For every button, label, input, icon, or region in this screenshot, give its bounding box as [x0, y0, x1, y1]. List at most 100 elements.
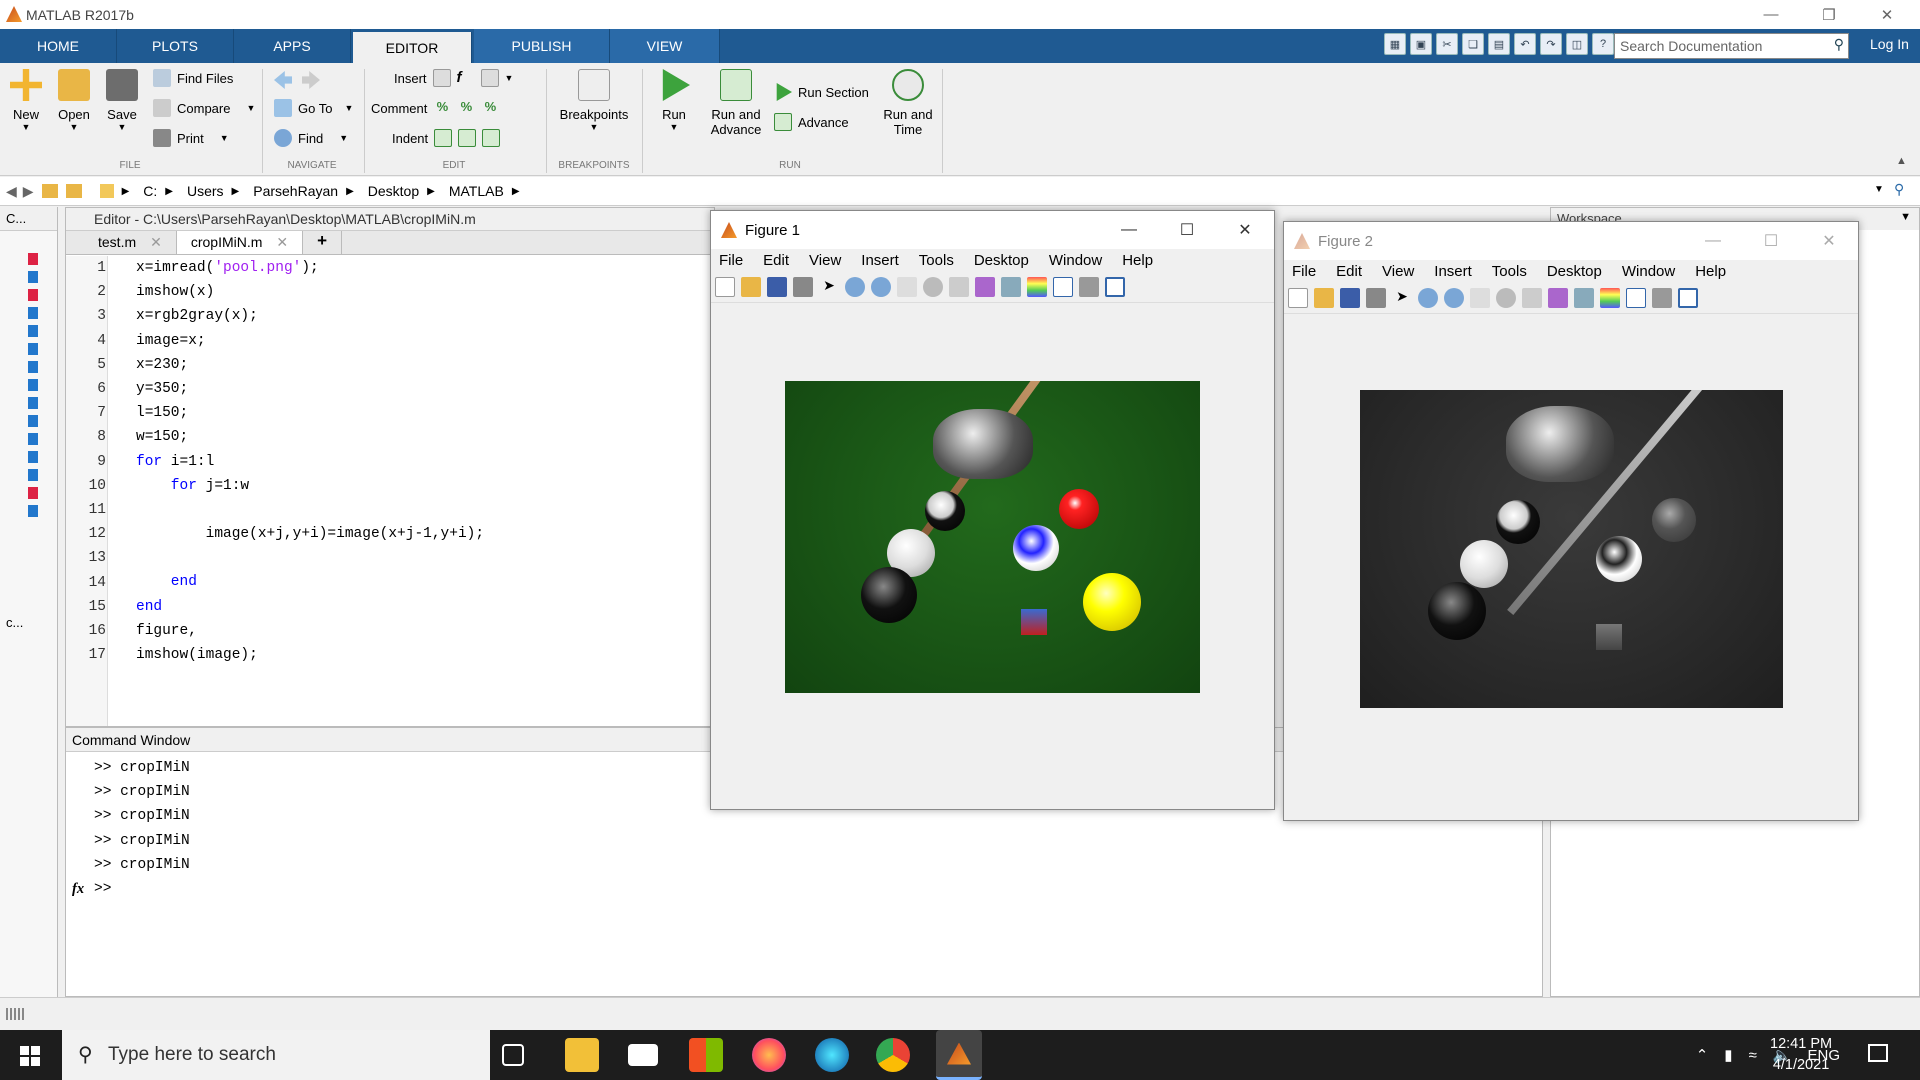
store-icon[interactable] — [689, 1038, 723, 1072]
path-segment[interactable]: MATLAB — [449, 183, 504, 199]
battery-icon[interactable]: ▮ — [1724, 1046, 1732, 1064]
close-tab-icon[interactable]: ✕ — [276, 234, 288, 250]
save-icon[interactable] — [767, 276, 787, 297]
switch-windows-icon[interactable]: ◫ — [1566, 33, 1588, 55]
search-folder-icon[interactable]: ⚲ — [1894, 181, 1904, 198]
menu-tools[interactable]: Tools — [919, 252, 954, 269]
command-prompt[interactable]: fx >> — [66, 877, 1542, 901]
menu-help[interactable]: Help — [1122, 252, 1153, 269]
figure-1-window[interactable]: Figure 1 — ☐ ✕ File Edit View Insert Too… — [710, 210, 1275, 810]
tab-plots[interactable]: PLOTS — [117, 29, 234, 63]
path-segment[interactable]: ParsehRayan — [253, 183, 338, 199]
menu-help[interactable]: Help — [1695, 263, 1726, 280]
new-button[interactable]: New ▼ — [8, 69, 44, 132]
close-button[interactable]: ✕ — [1858, 0, 1916, 29]
matlab-taskbar-icon[interactable] — [936, 1030, 982, 1080]
data-cursor-icon[interactable] — [949, 276, 969, 297]
search-documentation-input[interactable]: Search Documentation ⚲ — [1614, 33, 1849, 59]
menu-tools[interactable]: Tools — [1492, 263, 1527, 280]
pan-icon[interactable] — [897, 276, 917, 297]
tab-view[interactable]: VIEW — [610, 29, 720, 63]
close-button[interactable]: ✕ — [1800, 222, 1858, 260]
menu-window[interactable]: Window — [1049, 252, 1102, 269]
open-button[interactable]: Open ▼ — [56, 69, 92, 132]
help-icon[interactable]: ? — [1592, 33, 1614, 55]
menu-window[interactable]: Window — [1622, 263, 1675, 280]
undo-icon[interactable]: ↶ — [1514, 33, 1536, 55]
show-tools-icon[interactable] — [1678, 287, 1698, 308]
colorbar-icon[interactable] — [1027, 276, 1047, 297]
tab-cropimin-m[interactable]: cropIMiN.m ✕ — [176, 231, 304, 254]
path-segment[interactable]: C: — [143, 183, 157, 199]
find-files-button[interactable]: Find Files — [153, 69, 233, 87]
up-folder-icon[interactable] — [41, 184, 58, 198]
cut-icon[interactable]: ✂ — [1436, 33, 1458, 55]
chrome-icon[interactable] — [876, 1038, 910, 1072]
edge-icon[interactable] — [815, 1038, 849, 1072]
zoom-out-icon[interactable] — [871, 276, 891, 297]
firefox-icon[interactable] — [752, 1038, 786, 1072]
rotate-icon[interactable] — [1496, 287, 1516, 308]
brush-icon[interactable] — [975, 276, 995, 297]
hide-tools-icon[interactable] — [1652, 287, 1672, 308]
open-icon[interactable] — [741, 276, 761, 297]
menu-view[interactable]: View — [1382, 263, 1414, 280]
restore-button[interactable]: ❐ — [1800, 0, 1858, 29]
paste-icon[interactable]: ▤ — [1488, 33, 1510, 55]
colorbar-icon[interactable] — [1600, 287, 1620, 308]
chevron-up-icon[interactable]: ⌃ — [1696, 1046, 1709, 1064]
link-plot-icon[interactable] — [1001, 276, 1021, 297]
run-and-time-button[interactable]: Run and Time — [878, 69, 938, 137]
insert-button[interactable]: Insert f ▼ — [394, 69, 513, 87]
run-and-advance-button[interactable]: Run and Advance — [706, 69, 766, 137]
legend-icon[interactable] — [1053, 276, 1073, 297]
save-all-icon[interactable]: ▣ — [1410, 33, 1432, 55]
browse-folder-icon[interactable] — [65, 184, 82, 198]
mail-icon[interactable] — [628, 1044, 658, 1066]
data-cursor-icon[interactable] — [1522, 287, 1542, 308]
add-tab-button[interactable]: + — [303, 231, 343, 254]
menu-file[interactable]: File — [1292, 263, 1316, 280]
search-icon[interactable]: ⚲ — [1834, 36, 1844, 53]
task-view-icon[interactable] — [502, 1044, 524, 1066]
new-figure-icon[interactable] — [715, 276, 735, 297]
menu-insert[interactable]: Insert — [1434, 263, 1472, 280]
workspace-menu-icon[interactable]: ▼ — [1900, 211, 1911, 223]
save-icon[interactable] — [1340, 287, 1360, 308]
indent-button[interactable]: Indent — [392, 129, 501, 147]
menu-edit[interactable]: Edit — [1336, 263, 1362, 280]
maximize-button[interactable]: ☐ — [1742, 222, 1800, 260]
print-icon[interactable] — [1366, 287, 1386, 308]
print-icon[interactable] — [793, 276, 813, 297]
notification-icon[interactable] — [1868, 1044, 1888, 1062]
new-figure-icon[interactable] — [1288, 287, 1308, 308]
forward-icon[interactable]: ▶ — [23, 183, 34, 200]
legend-icon[interactable] — [1626, 287, 1646, 308]
layout-icon[interactable]: ▦ — [1384, 33, 1406, 55]
taskbar-search[interactable]: ⚲ Type here to search — [62, 1030, 490, 1080]
hide-tools-icon[interactable] — [1079, 276, 1099, 297]
goto-button[interactable]: Go To ▼ — [274, 99, 353, 117]
tab-publish[interactable]: PUBLISH — [474, 29, 610, 63]
figure-2-titlebar[interactable]: Figure 2 — ☐ ✕ — [1284, 222, 1858, 260]
fx-icon[interactable]: fx — [72, 877, 84, 901]
collapse-ribbon-icon[interactable]: ▲ — [1896, 155, 1907, 167]
compare-button[interactable]: Compare ▼ — [153, 99, 255, 117]
open-icon[interactable] — [1314, 287, 1334, 308]
menu-edit[interactable]: Edit — [763, 252, 789, 269]
zoom-out-icon[interactable] — [1444, 287, 1464, 308]
figure-2-window[interactable]: Figure 2 — ☐ ✕ File Edit View Insert Too… — [1283, 221, 1859, 821]
minimize-button[interactable]: — — [1742, 0, 1800, 29]
pointer-icon[interactable]: ➤ — [819, 277, 839, 297]
maximize-button[interactable]: ☐ — [1158, 211, 1216, 249]
login-button[interactable]: Log In — [1870, 36, 1909, 52]
details-label[interactable]: c... — [6, 615, 23, 630]
zoom-in-icon[interactable] — [1418, 287, 1438, 308]
file-explorer-icon[interactable] — [565, 1038, 599, 1072]
menu-desktop[interactable]: Desktop — [974, 252, 1029, 269]
advance-button[interactable]: Advance — [774, 113, 849, 131]
path-segment[interactable]: Users — [187, 183, 224, 199]
back-icon[interactable]: ◀ — [6, 183, 17, 200]
menu-desktop[interactable]: Desktop — [1547, 263, 1602, 280]
figure-1-titlebar[interactable]: Figure 1 — ☐ ✕ — [711, 211, 1274, 249]
